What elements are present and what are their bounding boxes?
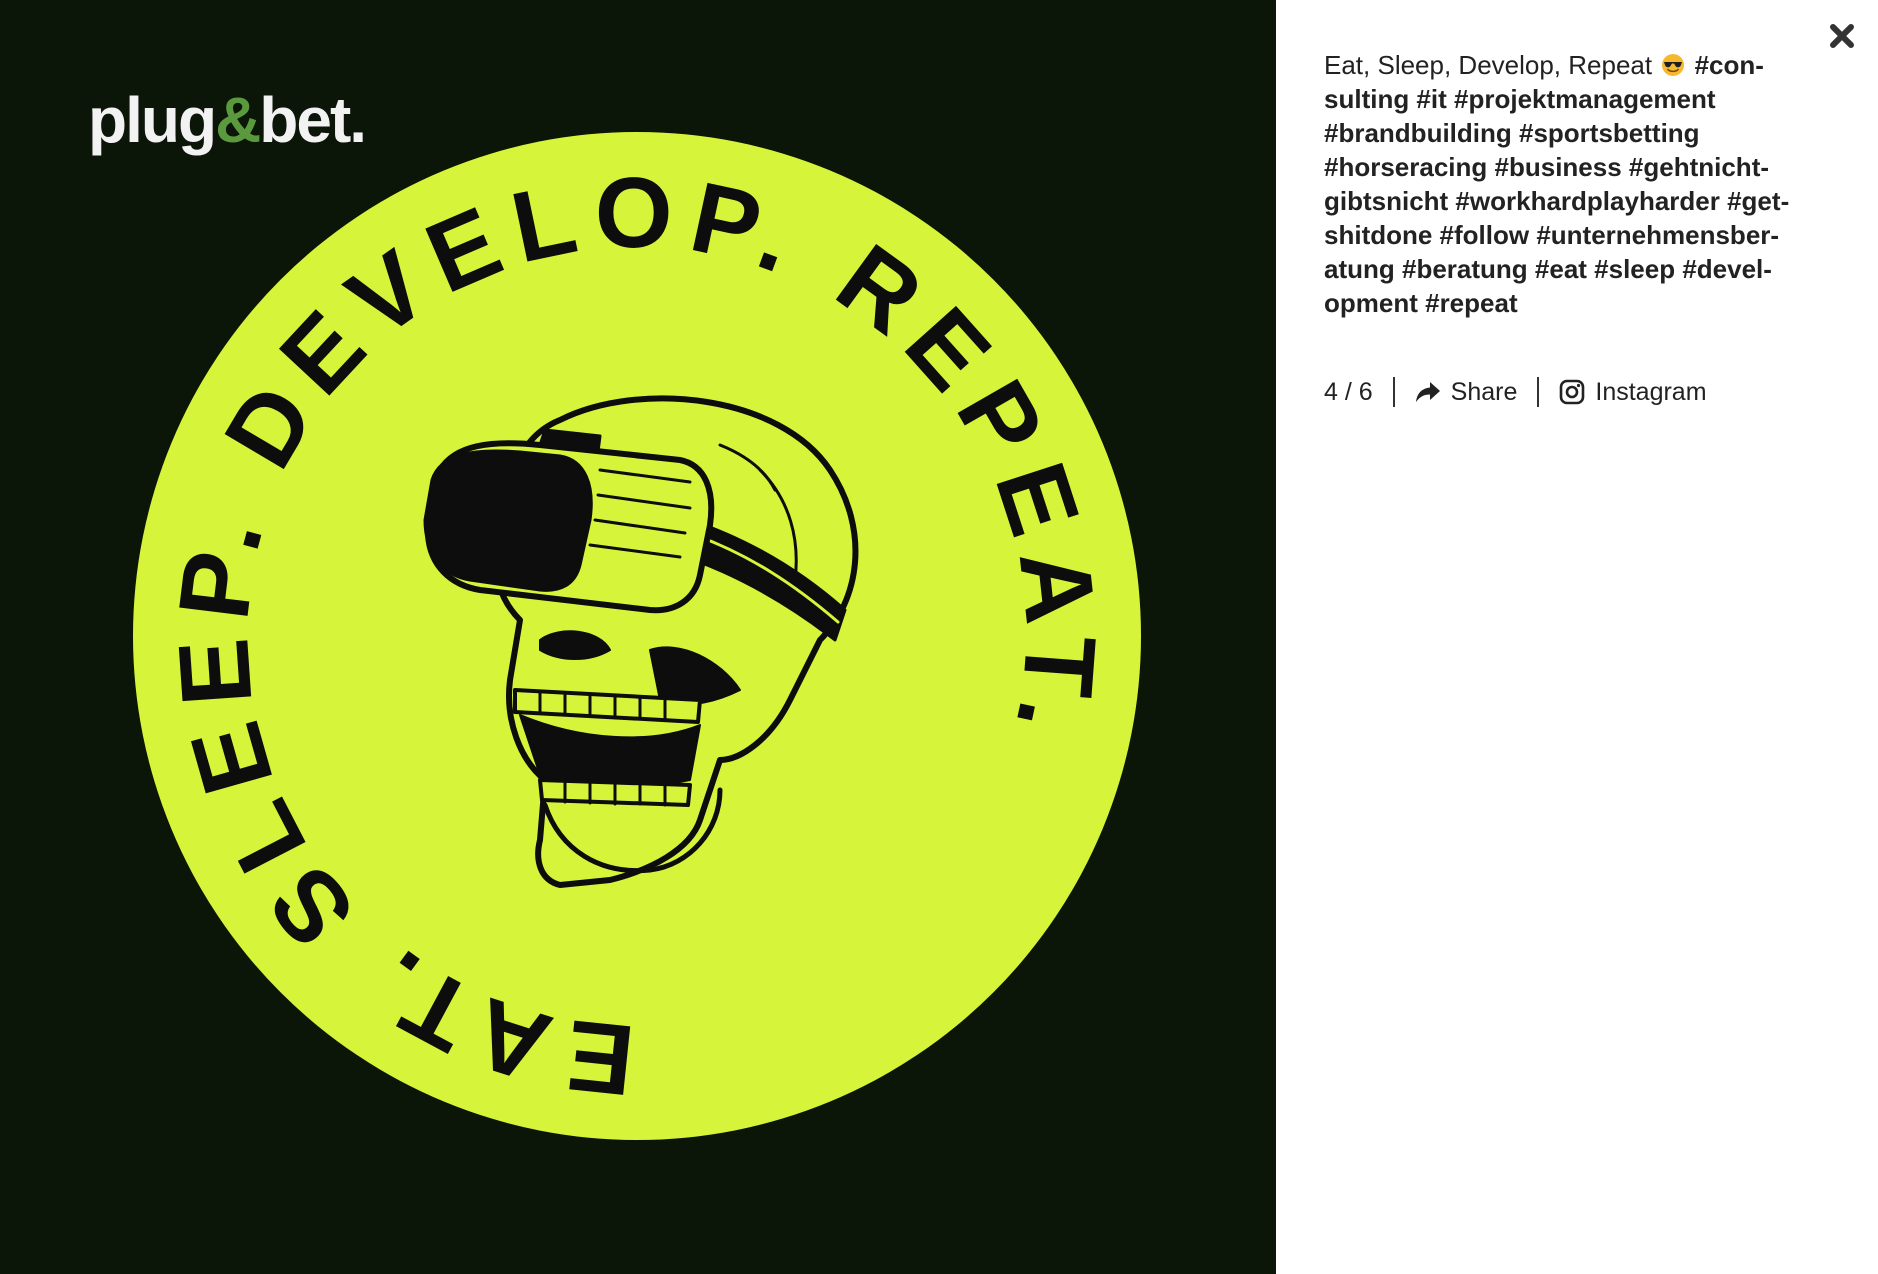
meta-divider [1392,377,1395,407]
instagram-label: Instagram [1595,377,1707,406]
caption-hashtags: #con­sulting #it #projektmanagement #bra… [1324,50,1790,318]
image-counter: 4 / 6 [1324,377,1373,406]
post-caption: Eat, Sleep, Develop, Repeat #con­sulting… [1324,48,1824,320]
lightbox-image: plug&bet. EAT. SLEEP. DEVELOP. REPEAT. [0,0,1276,1274]
caption-text: Eat, Sleep, Develop, Repeat [1324,50,1653,80]
share-label: Share [1450,377,1518,406]
share-button[interactable]: Share [1415,377,1518,407]
meta-row: 4 / 6 Share Instagram [1324,374,1707,410]
brand-logo: plug&bet. [88,84,365,156]
close-icon [1830,24,1854,48]
close-button[interactable] [1824,18,1860,54]
logo-part-plug: plug [88,84,215,156]
instagram-icon [1560,379,1585,405]
info-panel: Eat, Sleep, Develop, Repeat #con­sulting… [1276,0,1878,1274]
instagram-link[interactable]: Instagram [1559,377,1707,407]
logo-part-amp: & [215,84,260,156]
share-icon [1415,382,1440,402]
logo-part-bet: bet. [259,84,365,156]
meta-divider [1537,377,1540,407]
post-image: plug&bet. EAT. SLEEP. DEVELOP. REPEAT. [88,84,1141,1140]
smiling-face-with-sunglasses-icon [1662,54,1685,76]
